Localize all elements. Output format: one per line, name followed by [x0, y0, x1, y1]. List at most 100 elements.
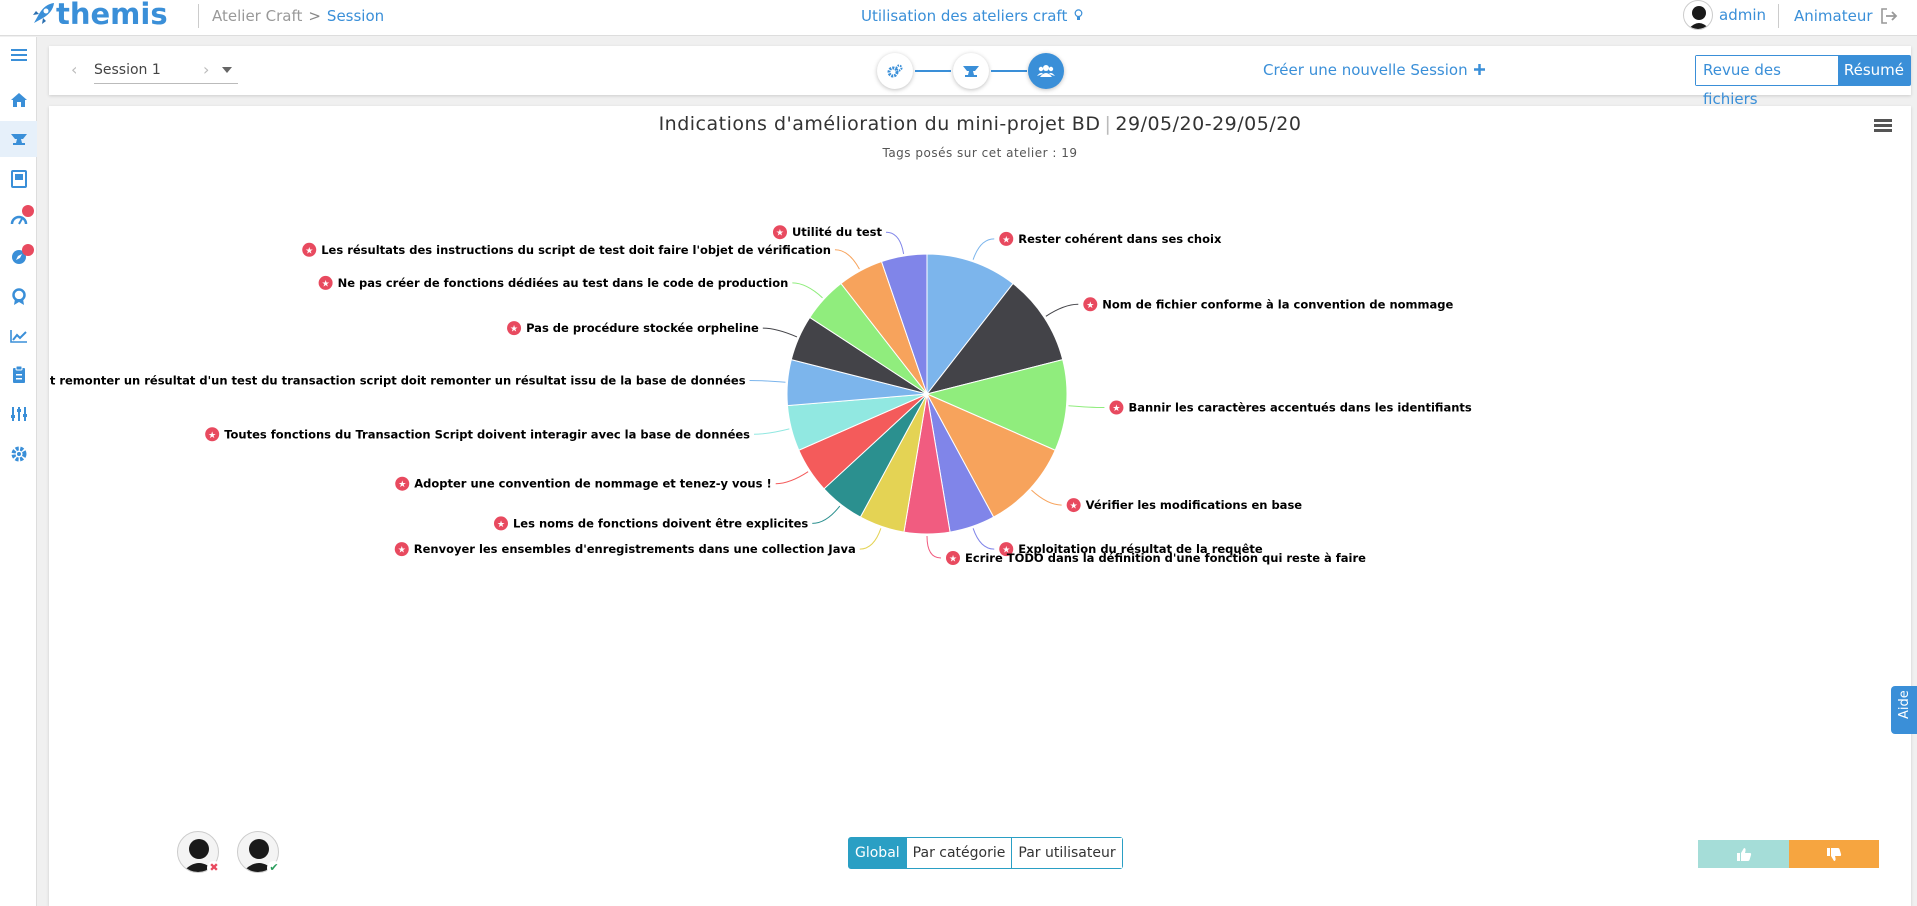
label-connector: [1045, 303, 1079, 317]
top-bar: themis Atelier Craft > Session Utilisation…: [0, 0, 1917, 36]
slice-label: ★ Renvoyer les ensembles d'enregistrement…: [394, 542, 856, 557]
thumbs-down-icon: [1827, 847, 1842, 861]
anvil-icon: [963, 66, 979, 77]
award-icon: [11, 288, 26, 305]
slice-label-text: Ecrire TODO dans la définition d'une fon…: [965, 551, 1366, 565]
label-connector: [1031, 489, 1062, 506]
breadcrumb-separator: >: [308, 7, 321, 25]
slice-label-text: Toutes fonctions du Transaction Script d…: [224, 427, 750, 441]
slice-label-text: Les résultats des instructions du script…: [321, 243, 831, 257]
logout-icon[interactable]: [1880, 8, 1898, 24]
sidebar-toggle[interactable]: [0, 37, 37, 73]
label-connector: [972, 238, 995, 260]
step-workshop[interactable]: [953, 53, 989, 89]
sidebar-item-admin[interactable]: [0, 436, 37, 472]
slice-label-text: Rester cohérent dans ses choix: [1018, 232, 1222, 246]
breadcrumb: Atelier Craft > Session: [212, 7, 384, 25]
chart-line-icon: [9, 330, 27, 343]
toggle-by-user[interactable]: Par utilisateur: [1012, 838, 1122, 868]
slice-label-text: Vérifier les modifications en base: [1086, 498, 1303, 512]
clipboard-icon: [12, 366, 25, 383]
slice-label-text: Toutes fonctions du Transaction Script d…: [49, 373, 746, 387]
home-icon: [10, 93, 27, 107]
step-setup[interactable]: [877, 53, 913, 89]
dislike-button[interactable]: [1789, 840, 1879, 868]
slice-label: ★Toutes fonctions du Transaction Script …: [49, 373, 746, 387]
slice-label: ★Toutes fonctions du Transaction Script …: [205, 427, 750, 442]
step-review[interactable]: [1028, 53, 1064, 89]
cogs-icon: [887, 64, 903, 78]
label-connector: [972, 528, 995, 550]
workshop-title: Utilisation des ateliers craft: [861, 7, 1083, 25]
slice-label-text: Ne pas créer de fonctions dédiées au tes…: [338, 276, 789, 290]
breadcrumb-current: Session: [326, 7, 385, 25]
logo-text: themis: [56, 0, 168, 31]
logo[interactable]: themis: [30, 0, 168, 32]
session-select[interactable]: Session 1: [94, 56, 238, 84]
slice-label: ★ Ne pas créer de fonctions dédiées au te…: [318, 275, 789, 290]
divider: [1778, 4, 1779, 28]
star-icon: ★: [1086, 301, 1094, 311]
notification-badge: [22, 244, 34, 256]
chart-view-toggle: Global Par catégorie Par utilisateur: [848, 837, 1123, 869]
anvil-icon: [10, 134, 27, 145]
thumbs-up-icon: [1736, 847, 1751, 861]
workshop-title-text: Utilisation des ateliers craft: [861, 7, 1068, 25]
sidebar-item-badges[interactable]: [0, 279, 37, 315]
notification-badge: [22, 205, 34, 217]
review-files-button[interactable]: Revue des fichiers: [1696, 56, 1838, 108]
star-icon: ★: [497, 520, 505, 530]
session-toolbar: ‹ Session 1 › Créer une nouvelle Session…: [49, 46, 1911, 108]
sidebar-item-settings[interactable]: [0, 396, 37, 432]
sidebar-item-stats[interactable]: [0, 318, 37, 354]
step-connector: [915, 70, 951, 72]
toggle-global[interactable]: Global: [849, 838, 907, 868]
sidebar-item-dashboard[interactable]: [0, 200, 37, 236]
label-connector: [1068, 405, 1105, 409]
label-connector: [926, 535, 942, 559]
toggle-by-category[interactable]: Par catégorie: [906, 838, 1013, 868]
help-tab[interactable]: Aide: [1891, 686, 1917, 734]
breadcrumb-root[interactable]: Atelier Craft: [212, 7, 302, 25]
role-label[interactable]: Animateur: [1794, 7, 1873, 25]
slice-label: ★ Ecrire TODO dans la définition d'une fo…: [946, 551, 1366, 565]
star-icon: ★: [949, 555, 957, 565]
star-icon: ★: [305, 246, 313, 256]
star-icon: ★: [1112, 404, 1120, 414]
new-session-link[interactable]: Créer une nouvelle Session: [1263, 61, 1486, 79]
sidebar-item-workshop[interactable]: [0, 121, 37, 157]
slice-label: ★ Les résultats des instructions du scrip…: [302, 242, 831, 257]
summary-button[interactable]: Résumé: [1837, 56, 1910, 85]
label-connector: [812, 505, 841, 524]
slice-label-text: Adopter une convention de nommage et ten…: [414, 477, 771, 491]
sidebar-item-tasks[interactable]: [0, 357, 37, 393]
like-button[interactable]: [1698, 840, 1789, 868]
user-menu[interactable]: admin: [1683, 0, 1766, 30]
sidebar: [0, 37, 37, 906]
absent-icon: ✖: [207, 861, 221, 875]
slice-label-text: Pas de procédure stockée orpheline: [526, 321, 759, 335]
sidebar-item-explore[interactable]: [0, 239, 37, 275]
rocket-icon: [33, 3, 54, 24]
sidebar-item-library[interactable]: [0, 161, 37, 197]
slice-label: ★ Rester cohérent dans ses choix: [999, 231, 1222, 246]
chevron-right-icon[interactable]: ›: [203, 60, 209, 79]
lightbulb-icon: [1074, 9, 1083, 20]
slice-label: ★ Utilité du test: [772, 225, 883, 240]
slice-label-text: Nom de fichier conforme à la convention …: [1102, 297, 1453, 311]
caret-down-icon: [222, 67, 232, 73]
slice-label: ★ Nom de fichier conforme à la convention…: [1083, 297, 1454, 312]
star-icon: ★: [322, 279, 330, 289]
step-connector: [991, 70, 1027, 72]
sidebar-item-home[interactable]: [0, 82, 37, 118]
divider: [198, 4, 199, 28]
slice-label-text: Utilité du test: [792, 225, 883, 239]
label-connector: [859, 528, 882, 550]
session-select-value: Session 1: [94, 62, 161, 78]
gear-icon: [11, 446, 26, 462]
star-icon: ★: [398, 546, 406, 556]
slice-label: ★ Pas de procédure stockée orpheline: [507, 321, 759, 336]
menu-icon: [10, 49, 27, 61]
chevron-left-icon[interactable]: ‹: [71, 60, 77, 79]
label-connector: [834, 249, 860, 270]
